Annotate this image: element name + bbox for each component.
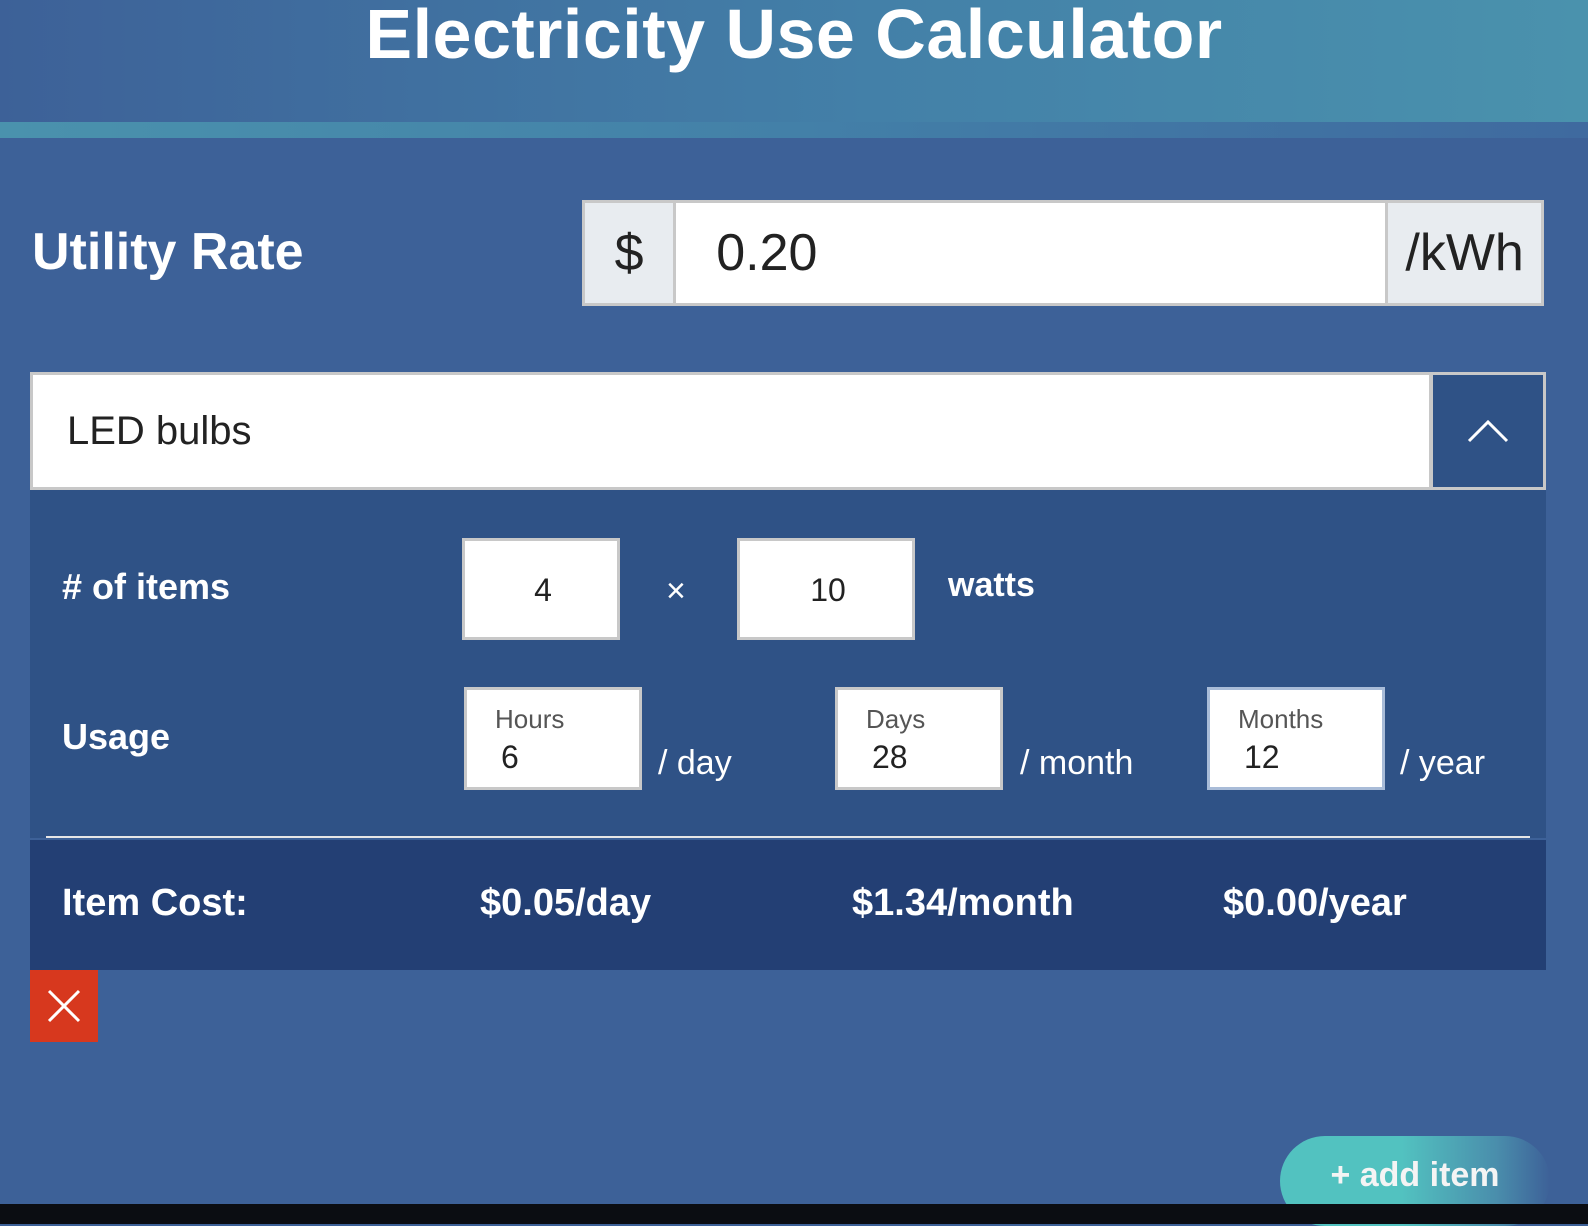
days-input[interactable]	[870, 738, 994, 777]
hours-field-label: Hours	[495, 704, 565, 734]
page-title: Electricity Use Calculator	[365, 0, 1223, 73]
per-year-unit: / year	[1400, 744, 1486, 782]
collapse-button[interactable]	[1433, 375, 1543, 487]
hours-field[interactable]: Hours	[464, 687, 642, 790]
watts-field[interactable]	[737, 538, 916, 640]
cost-per-month: $1.34/month	[852, 882, 1074, 924]
days-field-label: Days	[866, 704, 926, 734]
per-day-unit: / day	[658, 744, 732, 782]
bottom-edge	[0, 1204, 1588, 1224]
months-field-label: Months	[1238, 704, 1324, 734]
dollar-prefix: $	[585, 203, 674, 303]
utility-rate-input[interactable]	[676, 203, 1386, 303]
close-icon	[47, 989, 81, 1023]
item-details-panel: # of items × watts Usage Hours / day Day…	[30, 490, 1546, 838]
item-name[interactable]: LED bulbs	[33, 375, 1429, 487]
watts-input[interactable]	[740, 541, 916, 639]
hours-input[interactable]	[499, 738, 623, 777]
watts-unit: watts	[948, 566, 1035, 604]
item-cost-bar: Item Cost: $0.05/day $1.34/month $0.00/y…	[30, 840, 1546, 970]
header-stripe	[0, 122, 1588, 138]
multiply-symbol: ×	[666, 572, 686, 610]
cost-per-year: $0.00/year	[1223, 882, 1407, 924]
item-cost-label: Item Cost:	[62, 882, 248, 924]
per-month-unit: / month	[1020, 744, 1134, 782]
months-field[interactable]: Months	[1207, 687, 1385, 790]
divider	[46, 836, 1530, 838]
item-count-input[interactable]	[465, 541, 621, 639]
delete-item-button[interactable]	[30, 970, 98, 1042]
kwh-suffix: /kWh	[1388, 203, 1541, 303]
cost-per-day: $0.05/day	[480, 882, 652, 924]
months-input[interactable]	[1242, 738, 1366, 777]
days-field[interactable]: Days	[835, 687, 1003, 790]
header-banner: Electricity Use Calculator	[0, 0, 1588, 122]
items-count-label: # of items	[62, 566, 231, 607]
usage-label: Usage	[62, 716, 171, 757]
chevron-up-icon	[1467, 419, 1509, 443]
item-count-field[interactable]	[462, 538, 621, 640]
utility-rate-group: $ /kWh	[582, 200, 1544, 306]
item-header: LED bulbs	[30, 372, 1546, 490]
utility-rate-label: Utility Rate	[32, 223, 304, 281]
